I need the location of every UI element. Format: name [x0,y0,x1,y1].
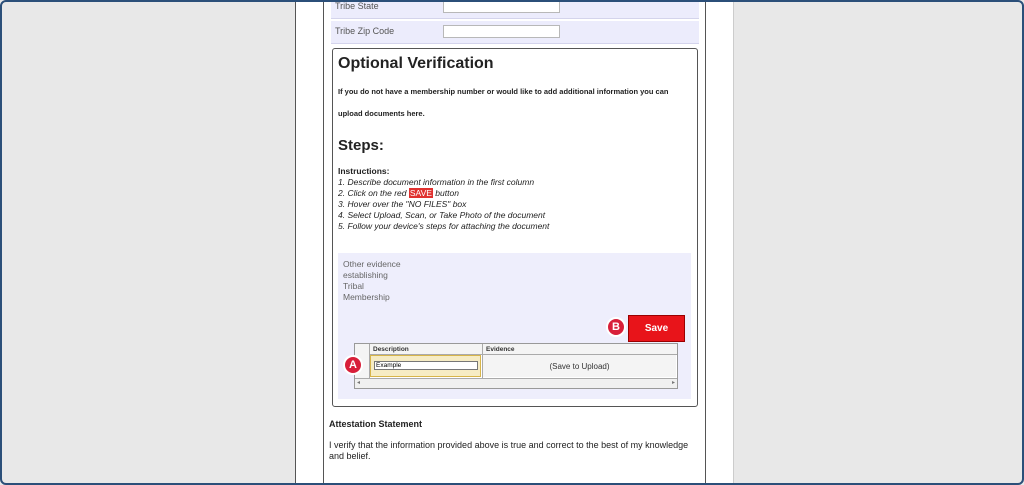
section-title: Optional Verification [338,55,494,72]
description-input[interactable] [374,361,478,370]
evidence-label: Other evidence establishing Tribal Membe… [343,259,401,302]
tribe-state-input[interactable] [443,2,560,13]
tribe-state-row: Tribe State [331,1,699,19]
steps-list: 1. Describe document information in the … [338,177,549,232]
save-highlight: SAVE [408,188,433,198]
step-2: 2. Click on the red SAVE button [338,188,549,199]
callout-b-badge: B [606,317,626,337]
evidence-cell[interactable]: (Save to Upload) [483,355,676,377]
description-column-header: Description [373,346,409,353]
step-2-pre: 2. Click on the red [338,188,409,198]
evidence-panel: Other evidence establishing Tribal Membe… [338,253,691,399]
step-5: 5. Follow your device's steps for attach… [338,221,550,231]
page-border-left [295,2,296,483]
tribe-zip-row: Tribe Zip Code [331,21,699,44]
attestation-text: I verify that the information provided a… [329,440,689,461]
description-cell[interactable] [370,355,481,377]
optional-verification-section: Optional Verification If you do not have… [332,48,698,407]
page-border-right [733,2,734,483]
save-button[interactable]: Save [628,315,685,342]
evidence-grid: Description Evidence (Save to Upload) ◂ … [354,343,678,389]
scroll-right-icon[interactable]: ▸ [672,379,675,386]
callout-a-badge: A [343,355,363,375]
horizontal-scrollbar[interactable]: ◂ ▸ [355,378,677,388]
intro-text: If you do not have a membership number o… [338,87,669,118]
attestation-heading: Attestation Statement [329,419,423,429]
steps-title: Steps: [338,137,384,154]
step-4: 4. Select Upload, Scan, or Take Photo of… [338,210,546,220]
evidence-column-header: Evidence [486,346,515,353]
step-1: 1. Describe document information in the … [338,177,535,187]
form-border-right [705,2,706,483]
form-border-left [323,2,324,483]
instructions-heading: Instructions: [338,166,390,176]
tribe-zip-label: Tribe Zip Code [335,26,395,36]
tribe-zip-input[interactable] [443,25,560,38]
step-2-post: button [432,188,459,198]
screenshot-frame: Tribe State Tribe Zip Code Optional Veri… [0,0,1024,485]
scroll-left-icon[interactable]: ◂ [357,379,360,386]
step-3: 3. Hover over the "NO FILES" box [338,199,467,209]
tribe-state-label: Tribe State [335,1,379,11]
